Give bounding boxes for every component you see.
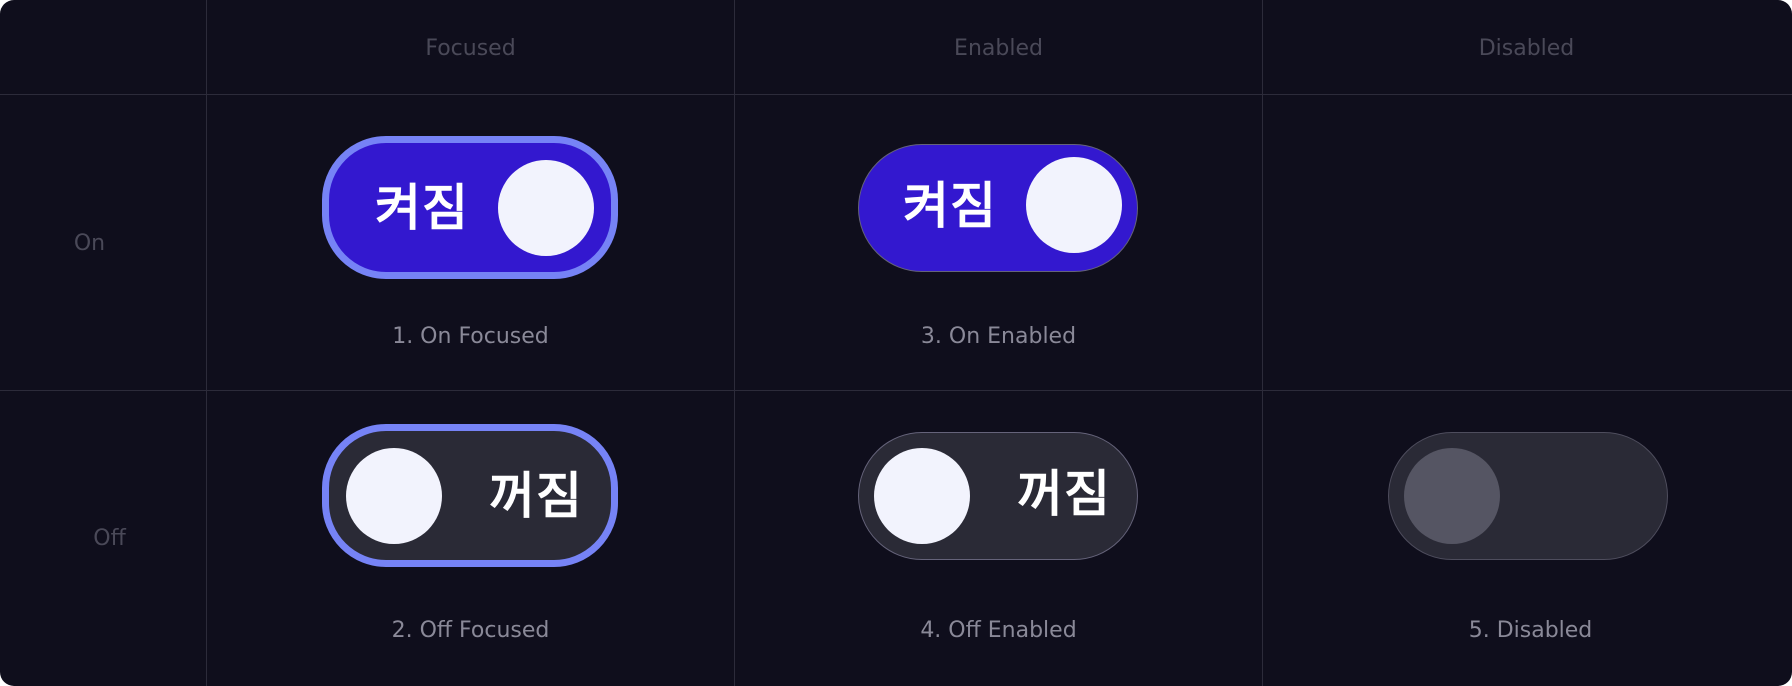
toggle-label-off: 꺼짐	[489, 467, 583, 525]
caption-on-enabled: 3. On Enabled	[920, 324, 1077, 349]
toggle-off-enabled[interactable]: 꺼짐	[858, 432, 1138, 560]
column-header-focused: Focused	[425, 36, 516, 61]
grid-divider	[1262, 0, 1263, 686]
caption-off-focused: 2. Off Focused	[391, 618, 550, 643]
toggle-knob	[1026, 157, 1122, 253]
toggle-label-off: 꺼짐	[1017, 465, 1111, 523]
toggle-on-enabled[interactable]: 켜짐	[858, 144, 1138, 272]
toggle-disabled	[1388, 432, 1668, 560]
row-header-on: On	[73, 231, 106, 256]
column-header-enabled: Enabled	[954, 36, 1043, 61]
toggle-off-focused[interactable]: 꺼짐	[322, 424, 618, 567]
toggle-knob	[498, 160, 594, 256]
caption-disabled: 5. Disabled	[1468, 618, 1593, 643]
caption-on-focused: 1. On Focused	[392, 324, 549, 349]
column-header-disabled: Disabled	[1478, 36, 1575, 61]
toggle-knob	[346, 448, 442, 544]
toggle-on-focused[interactable]: 켜짐	[322, 136, 618, 279]
toggle-knob	[874, 448, 970, 544]
toggle-states-board: Focused Enabled Disabled On Off 켜짐 1. On…	[0, 0, 1792, 686]
grid-divider	[0, 390, 1792, 391]
row-header-off: Off	[93, 526, 126, 551]
toggle-label-on: 켜짐	[903, 177, 997, 235]
toggle-label-on: 켜짐	[375, 179, 469, 237]
caption-off-enabled: 4. Off Enabled	[920, 618, 1077, 643]
toggle-knob-disabled	[1404, 448, 1500, 544]
grid-divider	[0, 94, 1792, 95]
